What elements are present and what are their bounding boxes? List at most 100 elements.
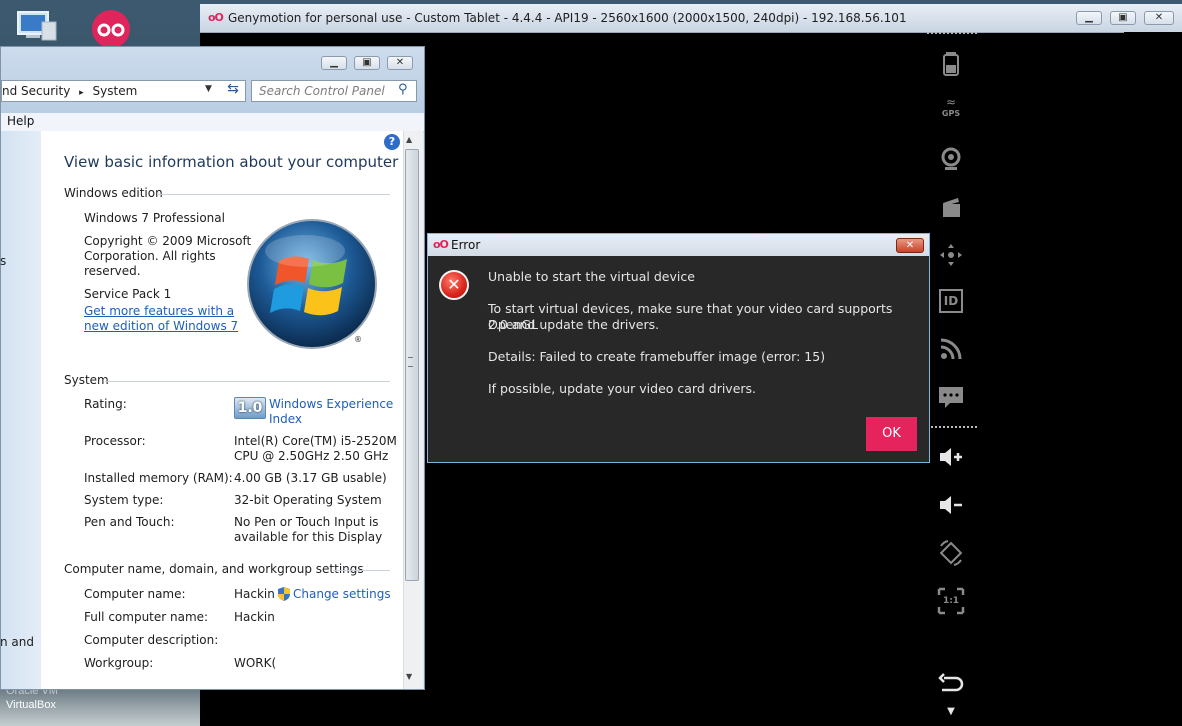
trademark-icon: ® — [354, 335, 362, 344]
computer-description-label: Computer description: — [84, 633, 219, 647]
breadcrumb-security[interactable]: nd Security — [2, 84, 70, 98]
virtualbox-label-line2: VirtualBox — [6, 699, 56, 711]
genymotion-logo-icon: oO — [433, 238, 449, 251]
upgrade-link-line2[interactable]: new edition of Windows 7 — [84, 319, 238, 334]
scroll-down-icon[interactable]: ▼ — [406, 672, 412, 681]
battery-icon[interactable] — [936, 48, 966, 78]
gps-wave-icon: ≈ — [945, 95, 957, 109]
error-icon: ✕ — [439, 270, 469, 300]
rating-label: Rating: — [84, 397, 127, 411]
memory-value: 4.00 GB (3.17 GB usable) — [234, 471, 387, 485]
memory-label: Installed memory (RAM): — [84, 471, 233, 485]
cp-minimize-button[interactable]: ▁ — [321, 56, 347, 70]
computer-name-value: Hackin — [234, 587, 275, 601]
error-dialog: oO Error ✕ ✕ Unable to start the virtual… — [427, 233, 930, 463]
maximize-icon: ▣ — [1118, 12, 1128, 23]
error-message-line2b: 2.0 and update the drivers. — [488, 317, 660, 332]
cp-close-button[interactable]: ✕ — [387, 56, 413, 70]
processor-label: Processor: — [84, 434, 146, 448]
help-icon[interactable]: ? — [384, 134, 400, 150]
cp-maximize-button[interactable]: ▣ — [354, 56, 380, 70]
minimize-icon: ▁ — [1085, 12, 1093, 23]
close-icon: ✕ — [1154, 12, 1164, 23]
error-message-title: Unable to start the virtual device — [488, 269, 695, 284]
full-computer-name-value: Hackin — [234, 610, 275, 624]
error-close-button[interactable]: ✕ — [896, 238, 924, 253]
error-message-hint: If possible, update your video card driv… — [488, 381, 757, 396]
section-divider — [105, 381, 390, 382]
scale-label: 1:1 — [942, 596, 960, 606]
address-bar[interactable]: nd Security ▸ System ▼ — [1, 80, 246, 102]
experience-index-link-line2[interactable]: Index — [269, 412, 302, 427]
search-icon[interactable]: ⚲ — [398, 82, 408, 97]
refresh-icon[interactable]: ⇆ — [222, 81, 244, 101]
pen-touch-value-line1: No Pen or Touch Input is — [234, 515, 379, 529]
address-dropdown-icon[interactable]: ▼ — [205, 84, 212, 94]
volume-up-icon[interactable] — [936, 442, 966, 472]
copyright-line1: Copyright © 2009 Microsoft — [84, 234, 252, 248]
minimize-button[interactable]: ▁ — [1076, 11, 1102, 25]
search-input[interactable]: Search Control Panel ⚲ — [251, 80, 417, 102]
system-type-value: 32-bit Operating System — [234, 493, 382, 507]
close-icon: ✕ — [395, 57, 405, 68]
section-computer-name: Computer name, domain, and workgroup set… — [64, 562, 364, 576]
change-settings-link[interactable]: Change settings — [293, 587, 391, 602]
computer-desktop-icon[interactable] — [12, 8, 60, 44]
full-computer-name-label: Full computer name: — [84, 610, 209, 624]
error-dialog-titlebar[interactable]: oO Error ✕ — [428, 234, 929, 256]
volume-down-icon[interactable] — [936, 490, 966, 520]
upgrade-link-line1[interactable]: Get more features with a — [84, 304, 234, 319]
gps-label: GPS — [941, 109, 961, 118]
genymotion-logo-icon: oO — [208, 11, 224, 24]
maximize-button[interactable]: ▣ — [1110, 11, 1136, 25]
control-panel-titlebar[interactable]: ▁ ▣ ✕ nd Security ▸ System ▼ ⇆ Search Co… — [1, 47, 424, 113]
id-icon[interactable]: ID — [936, 286, 966, 316]
gps-icon[interactable]: ≈ GPS — [936, 96, 966, 126]
ok-button[interactable]: OK — [866, 417, 917, 451]
webcam-icon[interactable] — [936, 144, 966, 174]
dpad-icon[interactable] — [936, 240, 966, 270]
breadcrumb: nd Security ▸ System — [2, 84, 137, 98]
rss-icon[interactable] — [936, 334, 966, 364]
experience-index-link-line1[interactable]: Windows Experience — [269, 397, 393, 412]
maximize-icon: ▣ — [362, 57, 372, 68]
system-type-label: System type: — [84, 493, 164, 507]
breadcrumb-separator-icon[interactable]: ▸ — [74, 88, 89, 98]
shield-icon[interactable] — [277, 586, 291, 602]
scrollbar-grip-icon — [408, 357, 413, 367]
rotate-icon[interactable] — [936, 538, 966, 568]
workgroup-label: Workgroup: — [84, 656, 154, 670]
scroll-up-icon[interactable]: ▲ — [406, 135, 412, 144]
error-dialog-title: Error — [451, 238, 481, 252]
processor-value-line1: Intel(R) Core(TM) i5-2520M — [234, 434, 397, 448]
id-label: ID — [939, 289, 963, 313]
experience-index-badge[interactable]: 1.0 — [234, 397, 266, 419]
clapper-icon[interactable] — [936, 192, 966, 222]
page-title: View basic information about your comput… — [64, 153, 399, 171]
sidebar-divider-middle — [927, 426, 977, 428]
search-placeholder: Search Control Panel — [259, 84, 385, 98]
left-navigation-pane — [1, 131, 41, 689]
copyright-line3: reserved. — [84, 264, 141, 278]
control-panel-window: ▁ ▣ ✕ nd Security ▸ System ▼ ⇆ Search Co… — [0, 46, 425, 690]
scale-icon[interactable]: 1:1 — [936, 586, 966, 616]
genymotion-titlebar[interactable]: oO Genymotion for personal use - Custom … — [200, 4, 1182, 33]
menu-down-icon[interactable]: ▼ — [936, 702, 966, 722]
close-button[interactable]: ✕ — [1144, 11, 1174, 25]
section-divider — [157, 194, 390, 195]
menu-bar: Help — [1, 113, 424, 132]
section-system: System — [64, 373, 109, 387]
windows-logo-icon — [245, 217, 379, 351]
pen-touch-label: Pen and Touch: — [84, 515, 175, 529]
service-pack: Service Pack 1 — [84, 287, 172, 301]
breadcrumb-system[interactable]: System — [93, 84, 138, 98]
menu-help[interactable]: Help — [7, 114, 34, 128]
pen-touch-value-line2: available for this Display — [234, 530, 383, 544]
sms-icon[interactable] — [936, 382, 966, 412]
genymotion-window-title: Genymotion for personal use - Custom Tab… — [228, 11, 907, 25]
genymotion-desktop-icon[interactable] — [88, 8, 134, 50]
back-icon[interactable] — [936, 668, 966, 698]
left-pane-partial-text: s — [0, 254, 7, 268]
processor-value-line2: CPU @ 2.50GHz 2.50 GHz — [234, 449, 389, 463]
sidebar-divider-top — [927, 32, 977, 34]
